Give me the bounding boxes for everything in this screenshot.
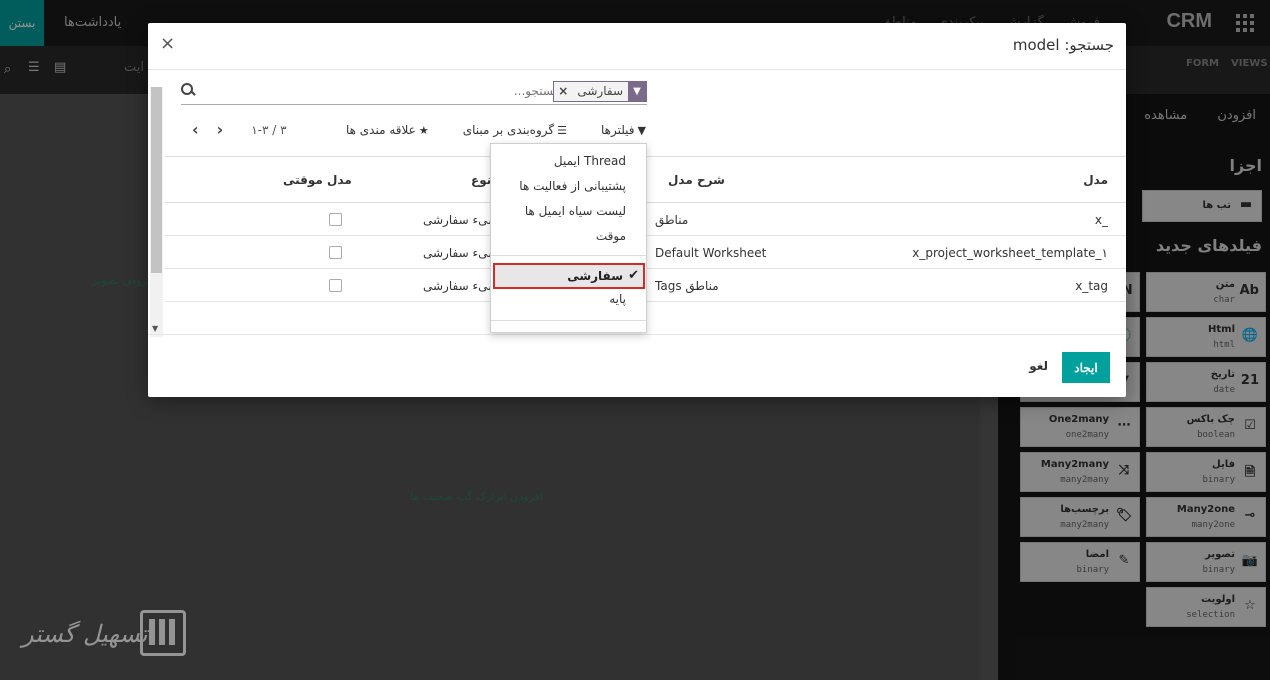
favorites-button[interactable]: ★علاقه مندی ها xyxy=(346,123,429,137)
filters-button[interactable]: ▼فیلترها xyxy=(601,123,646,137)
dropdown-item-custom-selected[interactable]: ✔ سفارشی xyxy=(493,263,645,289)
filter-icon: ▼ xyxy=(628,82,646,101)
header-transient[interactable]: مدل موقتی xyxy=(283,173,352,187)
create-button[interactable]: ایجاد xyxy=(1062,352,1110,383)
cell-description: مناطق xyxy=(655,213,689,227)
modal-header: جستجو: model × xyxy=(148,23,1126,70)
modal-footer: ایجاد لغو xyxy=(148,334,1126,397)
modal-scrollbar[interactable]: ▼ xyxy=(150,87,163,337)
search-bar: ▼ سفارشی × xyxy=(181,80,647,105)
dropdown-item[interactable]: پشتیبانی از فعالیت ها xyxy=(519,179,626,193)
header-type[interactable]: نوع xyxy=(471,173,491,187)
group-by-button[interactable]: ☰گروه‌بندی بر مبنای xyxy=(463,123,567,137)
cell-type: شیء سفارشی xyxy=(423,279,499,293)
filters-dropdown: Thread ایمیل پشتیبانی از فعالیت ها لیست سی… xyxy=(490,143,647,333)
filter-icon: ▼ xyxy=(637,124,646,137)
cell-description: مناطق Tags xyxy=(655,279,719,293)
header-model[interactable]: مدل xyxy=(1083,173,1108,187)
pager-value[interactable]: ۱-۳ / ۳ xyxy=(251,123,286,137)
pager: ‹ › ۱-۳ / ۳ xyxy=(192,120,287,139)
search-input[interactable] xyxy=(341,81,561,101)
cell-model: x_project_worksheet_template_۱ xyxy=(912,246,1108,260)
transient-checkbox[interactable] xyxy=(329,213,342,226)
cell-description: Default Worksheet xyxy=(655,246,767,260)
transient-checkbox[interactable] xyxy=(329,279,342,292)
dropdown-item[interactable]: Thread ایمیل xyxy=(554,154,626,168)
scroll-down-icon[interactable]: ▼ xyxy=(152,324,158,333)
dropdown-item[interactable]: موقت xyxy=(596,229,626,243)
close-icon[interactable]: × xyxy=(160,33,175,54)
transient-checkbox[interactable] xyxy=(329,246,342,259)
search-options: ▼فیلترها ☰گروه‌بندی بر مبنای ★علاقه مندی… xyxy=(346,123,646,137)
pager-next-button[interactable]: › xyxy=(217,120,224,139)
scrollbar-thumb[interactable] xyxy=(151,87,162,273)
facet-label: سفارشی xyxy=(572,82,628,101)
cell-type: شیء سفارشی xyxy=(423,213,499,227)
cell-type: شیء سفارشی xyxy=(423,246,499,260)
cancel-button[interactable]: لغو xyxy=(1029,359,1048,373)
cell-model: x_ xyxy=(1094,213,1108,227)
pager-prev-button[interactable]: ‹ xyxy=(192,120,199,139)
dropdown-item-base[interactable]: پایه xyxy=(609,292,626,306)
dropdown-divider xyxy=(491,320,646,321)
star-icon: ★ xyxy=(418,124,429,137)
dropdown-item[interactable]: لیست سیاه ایمیل ها xyxy=(525,204,626,218)
cell-model: x_tag xyxy=(1075,279,1108,293)
check-icon: ✔ xyxy=(628,268,639,283)
search-facet: ▼ سفارشی × xyxy=(553,81,647,102)
bars-icon: ☰ xyxy=(557,124,567,137)
modal-title: جستجو: model xyxy=(1012,36,1114,54)
header-description[interactable]: شرح مدل xyxy=(668,173,725,187)
search-icon[interactable] xyxy=(181,83,195,97)
facet-remove-icon[interactable]: × xyxy=(554,82,573,101)
dropdown-divider xyxy=(491,255,646,256)
